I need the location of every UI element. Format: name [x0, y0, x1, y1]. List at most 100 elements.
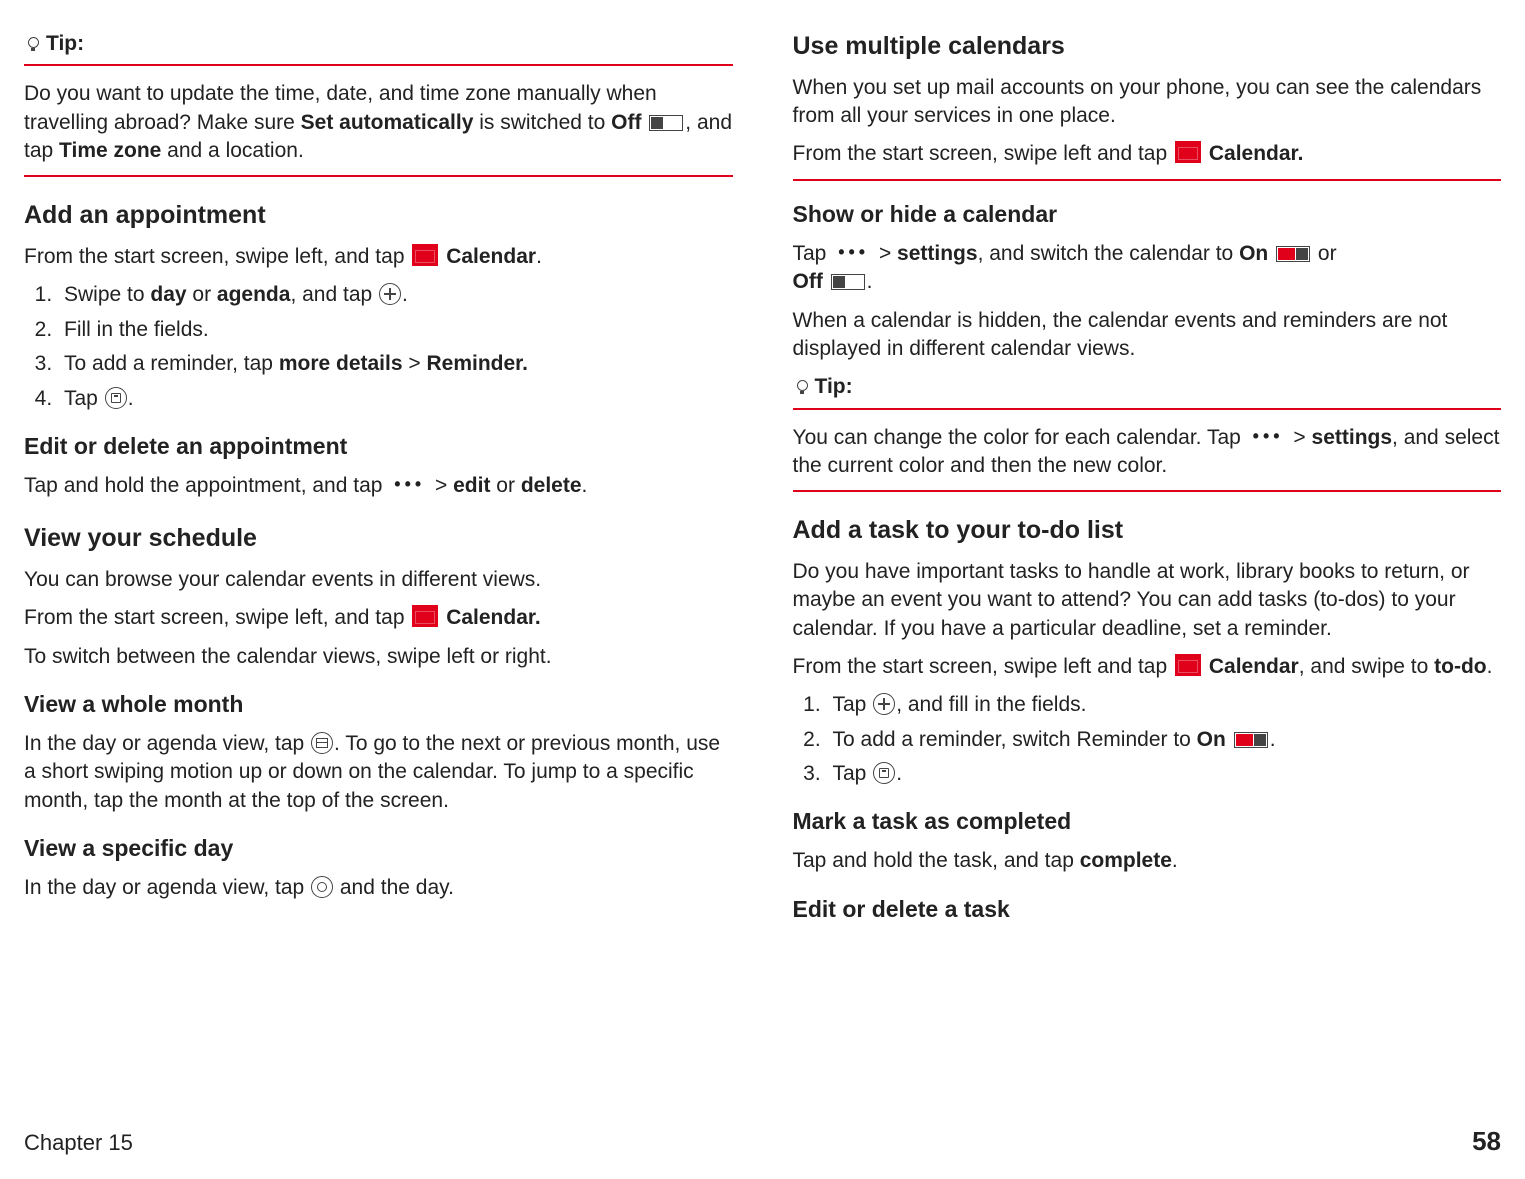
text-bold: Time zone — [59, 139, 161, 162]
text: Tap — [833, 693, 873, 716]
text: > — [403, 352, 427, 375]
text-bold: Calendar — [1209, 655, 1299, 678]
text: In the day or agenda view, tap — [24, 732, 310, 755]
text: , and swipe to — [1299, 655, 1434, 678]
tip-body: Do you want to update the time, date, an… — [24, 80, 733, 165]
text: Tap — [793, 242, 833, 265]
text-bold: to-do — [1434, 655, 1486, 678]
text: , and tap — [290, 283, 378, 306]
text: To add a reminder, tap — [64, 352, 279, 375]
more-icon: ••• — [838, 240, 869, 264]
heading-add-appointment: Add an appointment — [24, 199, 733, 233]
text: In the day or agenda view, tap — [24, 876, 310, 899]
paragraph: To switch between the calendar views, sw… — [24, 643, 733, 671]
tip-icon — [24, 35, 42, 53]
text: > — [873, 242, 897, 265]
text: To add a reminder, switch Reminder to — [833, 728, 1197, 751]
save-icon — [105, 387, 127, 409]
list-item: To add a reminder, switch Reminder to On… — [827, 726, 1502, 754]
text-bold: Off — [793, 270, 823, 293]
text: > — [1288, 426, 1312, 449]
more-icon: ••• — [394, 472, 425, 496]
text-bold: delete — [521, 474, 582, 497]
paragraph: Tap and hold the appointment, and tap ••… — [24, 472, 733, 500]
left-column: Tip: Do you want to update the time, dat… — [24, 30, 733, 933]
heading-edit-delete: Edit or delete an appointment — [24, 431, 733, 462]
toggle-off-icon — [649, 115, 683, 131]
text: or — [187, 283, 217, 306]
text-bold: Calendar. — [1209, 142, 1304, 165]
chapter-label: Chapter 15 — [24, 1128, 133, 1158]
save-icon — [873, 762, 895, 784]
text: and a location. — [161, 139, 303, 162]
text: Tap and hold the appointment, and tap — [24, 474, 388, 497]
divider — [793, 408, 1502, 410]
divider — [793, 179, 1502, 181]
paragraph: Tap and hold the task, and tap complete. — [793, 847, 1502, 875]
text: From the start screen, swipe left, and t… — [24, 606, 410, 629]
divider — [24, 64, 733, 66]
text-bold: settings — [897, 242, 978, 265]
paragraph: From the start screen, swipe left, and t… — [24, 243, 733, 271]
month-icon — [311, 732, 333, 754]
text-bold: Calendar. — [446, 606, 541, 629]
paragraph: In the day or agenda view, tap . To go t… — [24, 730, 733, 815]
heading-show-hide: Show or hide a calendar — [793, 199, 1502, 230]
text-bold: edit — [453, 474, 490, 497]
tip-icon — [793, 378, 811, 396]
more-icon: ••• — [1253, 424, 1284, 448]
text: Swipe to — [64, 283, 150, 306]
toggle-off-icon — [831, 274, 865, 290]
list-item: Fill in the fields. — [58, 316, 733, 344]
tip-label-text: Tip: — [46, 30, 84, 58]
heading-view-month: View a whole month — [24, 689, 733, 720]
paragraph: When a calendar is hidden, the calendar … — [793, 307, 1502, 364]
text-bold: Calendar — [446, 245, 536, 268]
heading-add-task: Add a task to your to-do list — [793, 514, 1502, 548]
paragraph: Tap ••• > settings, and switch the calen… — [793, 240, 1502, 297]
text-bold: complete — [1080, 849, 1172, 872]
calendar-icon — [412, 605, 438, 627]
paragraph: In the day or agenda view, tap and the d… — [24, 874, 733, 902]
list-item: Tap . — [58, 385, 733, 413]
tip-label-text: Tip: — [815, 373, 853, 401]
paragraph: When you set up mail accounts on your ph… — [793, 74, 1502, 131]
text-bold: agenda — [217, 283, 291, 306]
calendar-icon — [1175, 141, 1201, 163]
heading-multiple-calendars: Use multiple calendars — [793, 30, 1502, 64]
day-icon — [311, 876, 333, 898]
heading-edit-delete-task: Edit or delete a task — [793, 894, 1502, 925]
tip-body: You can change the color for each calend… — [793, 424, 1502, 481]
tip-heading: Tip: — [793, 373, 1502, 401]
text: From the start screen, swipe left, and t… — [24, 245, 410, 268]
heading-view-day: View a specific day — [24, 833, 733, 864]
heading-mark-completed: Mark a task as completed — [793, 806, 1502, 837]
text-bold: On — [1197, 728, 1226, 751]
page-footer: Chapter 15 58 — [24, 1124, 1501, 1159]
toggle-on-icon — [1234, 732, 1268, 748]
calendar-icon — [412, 244, 438, 266]
plus-icon — [873, 693, 895, 715]
text: is switched to — [473, 111, 611, 134]
toggle-on-icon — [1276, 246, 1310, 262]
text-bold: day — [150, 283, 186, 306]
list-item: To add a reminder, tap more details > Re… — [58, 350, 733, 378]
text-bold: more details — [279, 352, 403, 375]
text-bold: Off — [611, 111, 641, 134]
paragraph: From the start screen, swipe left and ta… — [793, 653, 1502, 681]
tip-heading: Tip: — [24, 30, 733, 58]
text: or — [490, 474, 520, 497]
divider — [793, 490, 1502, 492]
text: From the start screen, swipe left and ta… — [793, 655, 1174, 678]
calendar-icon — [1175, 654, 1201, 676]
text: From the start screen, swipe left and ta… — [793, 142, 1174, 165]
paragraph: From the start screen, swipe left, and t… — [24, 604, 733, 632]
ordered-list: Tap , and fill in the fields. To add a r… — [793, 691, 1502, 788]
text: Tap — [64, 387, 104, 410]
divider — [24, 175, 733, 177]
text-bold: On — [1239, 242, 1268, 265]
heading-view-schedule: View your schedule — [24, 522, 733, 556]
text: or — [1312, 242, 1337, 265]
text: Tap — [833, 762, 873, 785]
text-bold: Reminder. — [426, 352, 528, 375]
